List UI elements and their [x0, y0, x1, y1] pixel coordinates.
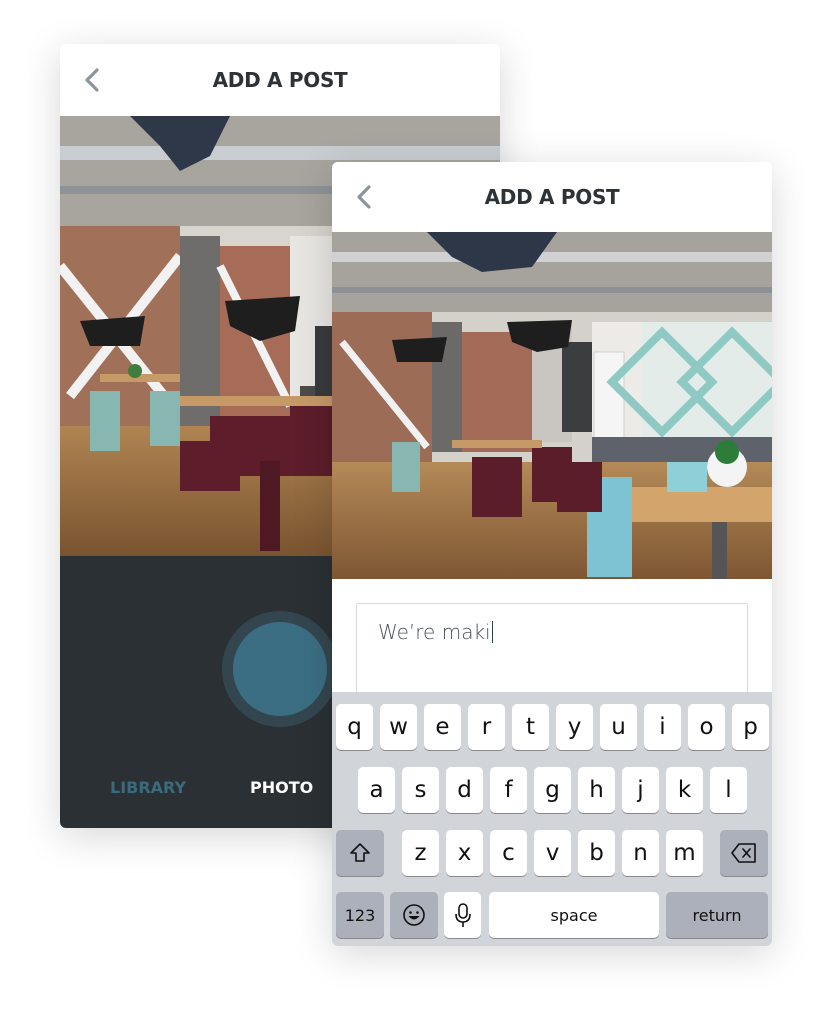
- key-z[interactable]: z: [402, 830, 439, 876]
- keyboard: q w e r t y u i o p a s d f g h j k l z …: [332, 692, 772, 946]
- mode-photo-tab[interactable]: PHOTO: [250, 778, 313, 797]
- key-b[interactable]: b: [578, 830, 615, 876]
- shift-icon: [350, 843, 370, 862]
- key-k[interactable]: k: [666, 767, 703, 813]
- key-i[interactable]: i: [644, 704, 681, 750]
- key-y[interactable]: y: [556, 704, 593, 750]
- header: ADD A POST: [60, 44, 500, 116]
- key-u[interactable]: u: [600, 704, 637, 750]
- mode-library-tab[interactable]: LIBRARY: [110, 778, 186, 797]
- key-j[interactable]: j: [622, 767, 659, 813]
- space-key[interactable]: space: [489, 892, 659, 938]
- key-d[interactable]: d: [446, 767, 483, 813]
- shutter-button[interactable]: [222, 611, 338, 727]
- shift-key[interactable]: [336, 830, 384, 876]
- selected-photo: [332, 232, 772, 579]
- key-p[interactable]: p: [732, 704, 769, 750]
- key-s[interactable]: s: [402, 767, 439, 813]
- back-button[interactable]: [78, 64, 108, 96]
- key-f[interactable]: f: [490, 767, 527, 813]
- header: ADD A POST: [332, 162, 772, 232]
- key-v[interactable]: v: [534, 830, 571, 876]
- key-w[interactable]: w: [380, 704, 417, 750]
- key-e[interactable]: e: [424, 704, 461, 750]
- key-q[interactable]: q: [336, 704, 373, 750]
- back-button[interactable]: [350, 181, 380, 213]
- delete-key[interactable]: [720, 830, 768, 876]
- chevron-left-icon: [357, 185, 371, 209]
- emoji-icon: [403, 904, 425, 926]
- return-key[interactable]: return: [666, 892, 768, 938]
- key-c[interactable]: c: [490, 830, 527, 876]
- key-a[interactable]: a: [358, 767, 395, 813]
- microphone-icon: [454, 903, 471, 927]
- key-o[interactable]: o: [688, 704, 725, 750]
- key-l[interactable]: l: [710, 767, 747, 813]
- key-n[interactable]: n: [622, 830, 659, 876]
- numbers-key[interactable]: 123: [336, 892, 384, 938]
- shutter-inner: [233, 622, 327, 716]
- dictation-key[interactable]: [444, 892, 481, 938]
- key-t[interactable]: t: [512, 704, 549, 750]
- compose-screen: ADD A POST We’re maki q w e r t y u i o …: [332, 162, 772, 946]
- key-r[interactable]: r: [468, 704, 505, 750]
- emoji-key[interactable]: [390, 892, 438, 938]
- page-title: ADD A POST: [484, 185, 620, 209]
- page-title: ADD A POST: [212, 68, 348, 92]
- post-text-value: We’re maki: [378, 620, 494, 644]
- chevron-left-icon: [85, 68, 99, 92]
- delete-icon: [731, 843, 756, 863]
- key-g[interactable]: g: [534, 767, 571, 813]
- key-m[interactable]: m: [666, 830, 703, 876]
- text-caret: [491, 621, 494, 643]
- key-x[interactable]: x: [446, 830, 483, 876]
- post-text: We’re maki: [378, 620, 491, 644]
- key-h[interactable]: h: [578, 767, 615, 813]
